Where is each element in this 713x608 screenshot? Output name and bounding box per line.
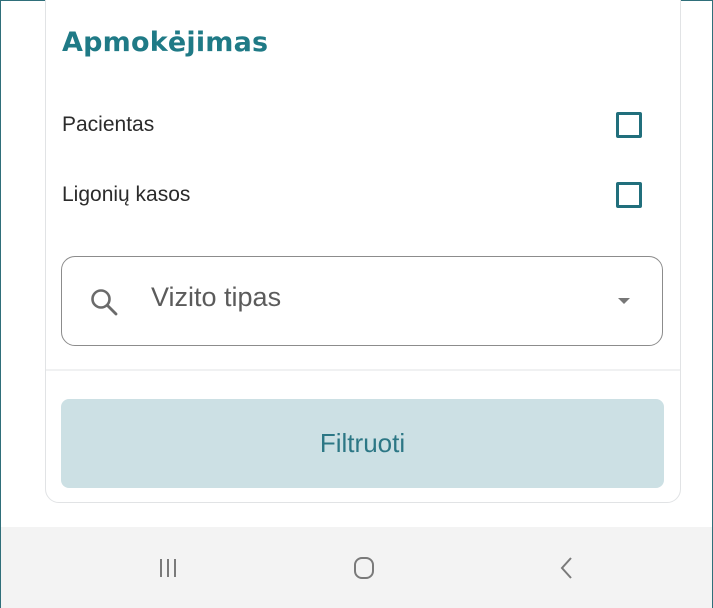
pacientas-checkbox[interactable] xyxy=(616,112,642,138)
payment-option-label: Ligonių kasos xyxy=(62,183,191,206)
visit-type-placeholder: Vizito tipas xyxy=(151,282,282,312)
back-icon xyxy=(560,556,572,579)
visit-type-select[interactable]: Vizito tipas xyxy=(61,256,663,346)
recent-apps-icon xyxy=(160,558,176,577)
ligoniu-kasos-checkbox[interactable] xyxy=(616,182,642,208)
filter-button[interactable]: Filtruoti xyxy=(61,399,664,488)
home-button[interactable] xyxy=(304,527,424,608)
home-icon xyxy=(354,556,374,579)
screen: Apmokėjimas Pacientas Ligonių kasos Vizi… xyxy=(0,0,713,608)
system-navigation-bar xyxy=(1,527,712,608)
payment-option-ligoniu-kasos[interactable]: Ligonių kasos xyxy=(62,178,644,212)
recent-apps-button[interactable] xyxy=(108,527,228,608)
payment-option-label: Pacientas xyxy=(62,113,155,136)
divider xyxy=(46,369,680,371)
search-icon xyxy=(91,289,118,316)
payment-section-title: Apmokėjimas xyxy=(62,27,269,58)
back-button[interactable] xyxy=(507,527,627,608)
payment-option-pacientas[interactable]: Pacientas xyxy=(62,108,644,142)
chevron-down-icon[interactable] xyxy=(618,298,630,304)
